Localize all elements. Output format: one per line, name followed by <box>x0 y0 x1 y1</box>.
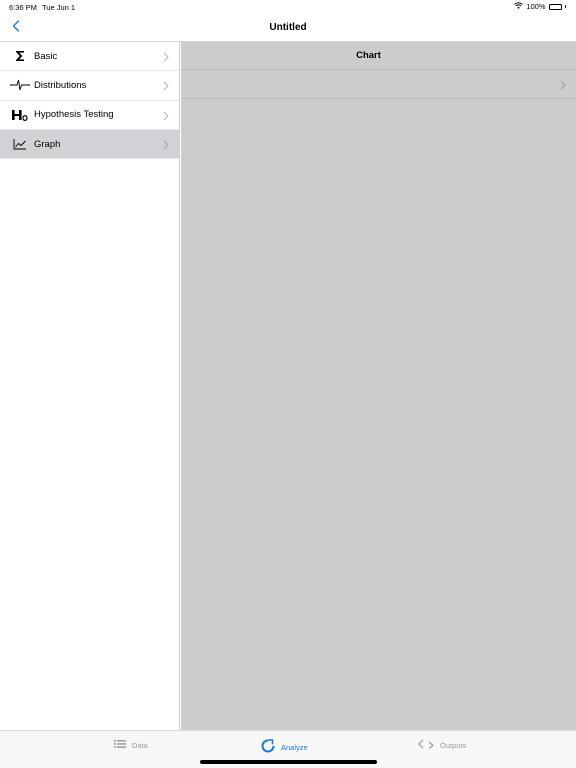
status-right: 100% <box>514 2 566 11</box>
tab-label: Outputs <box>440 740 467 750</box>
nav-bar: Untitled <box>0 14 576 42</box>
code-icon <box>418 739 434 751</box>
chevron-right-icon <box>558 78 568 90</box>
sidebar-item-label: Hypothesis Testing <box>34 109 114 121</box>
detail-row[interactable] <box>181 70 576 99</box>
battery-tip <box>564 5 566 8</box>
status-bar: 6:36 PM Tue Jun 1 100% <box>0 0 576 14</box>
tab-outputs[interactable]: Outputs <box>418 739 466 751</box>
chevron-right-icon <box>161 138 171 150</box>
detail-panel: Chart <box>181 42 576 730</box>
wifi-icon <box>514 2 524 11</box>
sigma-icon <box>10 48 30 64</box>
status-date: Tue Jun 1 <box>42 3 76 12</box>
sidebar: Basic Distributions Hypothesis Testing G… <box>0 42 180 730</box>
chevron-right-icon <box>161 109 171 121</box>
tab-label: Analyze <box>281 742 308 752</box>
chevron-right-icon <box>161 50 171 62</box>
tab-label: Data <box>132 740 148 750</box>
sidebar-item-label: Distributions <box>34 79 87 91</box>
sidebar-item-label: Basic <box>34 50 58 62</box>
battery-percent: 100% <box>526 2 546 11</box>
status-time: 6:36 PM <box>9 3 37 12</box>
pulse-icon <box>10 77 30 93</box>
sidebar-item-distributions[interactable]: Distributions <box>0 71 179 101</box>
detail-title: Chart <box>356 50 381 61</box>
line-graph-icon <box>10 136 30 152</box>
battery-icon <box>548 3 562 10</box>
detail-header: Chart <box>181 42 576 70</box>
chevron-right-icon <box>161 79 171 91</box>
h0-icon <box>10 107 30 123</box>
sidebar-item-hypothesis-testing[interactable]: Hypothesis Testing <box>0 101 179 130</box>
sidebar-item-graph[interactable]: Graph <box>0 129 179 160</box>
list-icon <box>114 739 126 751</box>
home-indicator[interactable] <box>200 760 377 764</box>
analyze-icon <box>261 739 275 755</box>
tab-bar: Data Analyze Outputs <box>0 730 576 768</box>
sidebar-item-basic[interactable]: Basic <box>0 42 179 72</box>
nav-title: Untitled <box>269 22 307 33</box>
tab-data[interactable]: Data <box>114 739 148 751</box>
sidebar-item-label: Graph <box>34 138 61 150</box>
tab-analyze[interactable]: Analyze <box>261 739 308 755</box>
